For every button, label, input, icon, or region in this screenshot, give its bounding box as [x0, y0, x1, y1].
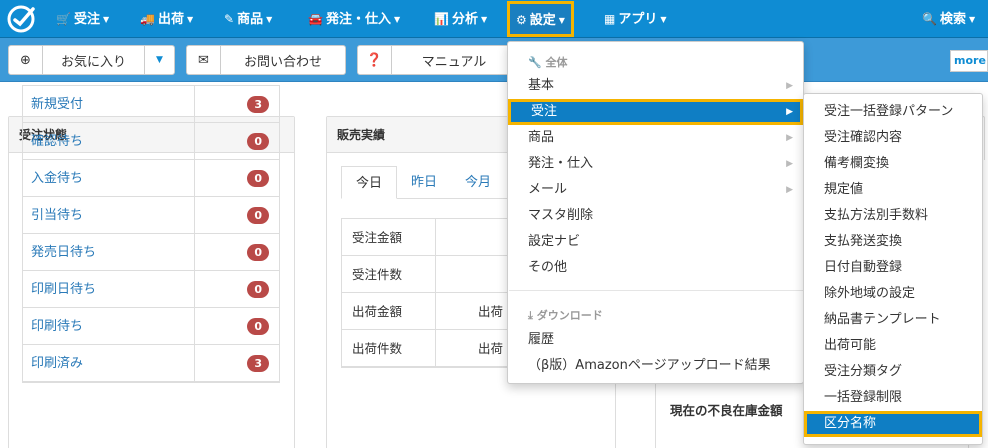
table-row: 受注金額	[342, 219, 510, 256]
list-item[interactable]: 印刷日待ち 0	[23, 271, 279, 308]
table-row: 受注件数	[342, 256, 510, 293]
list-item[interactable]: 新規受付 3	[23, 86, 279, 123]
download-icon: ⤓	[528, 309, 533, 322]
cart-icon: 🛒	[56, 12, 71, 26]
chevron-right-icon: ▶	[786, 185, 793, 195]
nav-settings[interactable]: ⚙ 設定 ▼	[507, 1, 574, 37]
submenu-item[interactable]: 除外地域の設定	[804, 281, 982, 307]
count-badge: 0	[247, 243, 269, 261]
menu-header-all: 🔧 全体	[528, 56, 568, 69]
caret-down-icon[interactable]: ▼	[144, 46, 174, 74]
submenu-item[interactable]: 受注分類タグ	[804, 359, 982, 385]
submenu-item[interactable]: 支払方法別手数料	[804, 203, 982, 229]
nav-products[interactable]: ✎ 商品 ▼	[218, 0, 278, 38]
top-navbar: 🛒 受注 ▼ 🚚 出荷 ▼ ✎ 商品 ▼ 🚘 発注・仕入 ▼ 📊 分析 ▼ ⚙ 設定 ▼ ▦ アプリ ▼ 🔍…	[0, 0, 988, 38]
count-badge: 3	[247, 95, 269, 113]
list-item[interactable]: 確認待ち 0	[23, 123, 279, 160]
menu-header-download: ⤓ ダウンロード	[528, 309, 603, 322]
submenu-item[interactable]: 一括登録制限	[804, 385, 982, 411]
settings-dropdown-menu: 🔧 全体 基本 ▶ 受注 ▶ 商品 ▶ 発注・仕入 ▶ メール ▶ マスタ削除 設定ナビ …	[507, 41, 804, 384]
submenu-item[interactable]: 受注確認内容	[804, 125, 982, 151]
search-icon: 🔍	[922, 12, 937, 26]
submenu-item[interactable]: 備考欄変換	[804, 151, 982, 177]
wrench-icon: 🔧	[528, 56, 542, 69]
menu-item-basic[interactable]: 基本 ▶	[508, 73, 803, 99]
count-badge: 0	[247, 132, 269, 150]
car-icon: 🚘	[308, 12, 323, 26]
submenu-item[interactable]: 納品書テンプレート	[804, 307, 982, 333]
caret-down-icon: ▼	[480, 15, 488, 24]
list-item[interactable]: 引当待ち 0	[23, 197, 279, 234]
truck-icon: 🚚	[140, 12, 155, 26]
list-item[interactable]: 入金待ち 0	[23, 160, 279, 197]
table-row: 出荷件数 出荷	[342, 330, 510, 367]
gear-icon: ⚙	[516, 13, 527, 27]
sales-tabs: 今日 昨日 今月	[341, 166, 505, 199]
nav-purchasing[interactable]: 🚘 発注・仕入 ▼	[302, 0, 406, 38]
nav-shipping[interactable]: 🚚 出荷 ▼	[134, 0, 199, 38]
submenu-item[interactable]: 受注一括登録パターン	[804, 99, 982, 125]
nav-apps[interactable]: ▦ アプリ ▼	[598, 0, 673, 38]
order-status-list: 新規受付 3 確認待ち 0 入金待ち 0 引当待ち 0 発売日待ち 0 印刷日待ち 0 印刷…	[22, 85, 280, 383]
app-logo-icon[interactable]	[6, 4, 38, 34]
caret-down-icon: ▼	[266, 15, 273, 24]
submenu-item[interactable]: 支払発送変換	[804, 229, 982, 255]
question-icon: ❓	[358, 46, 392, 74]
submenu-item-category-names[interactable]: 区分名称	[804, 411, 982, 437]
list-item[interactable]: 発売日待ち 0	[23, 234, 279, 271]
count-badge: 0	[247, 169, 269, 187]
tab-yesterday[interactable]: 昨日	[397, 166, 451, 199]
nav-analytics[interactable]: 📊 分析 ▼	[428, 0, 493, 38]
submenu-item[interactable]: 日付自動登録	[804, 255, 982, 281]
plus-circle-icon: ⊕	[9, 46, 43, 74]
submenu-item[interactable]: 規定値	[804, 177, 982, 203]
favorites-button[interactable]: ⊕ お気に入り ▼	[8, 45, 175, 75]
menu-item-amazon-upload-result[interactable]: （β版）Amazonページアップロード結果	[508, 353, 803, 379]
menu-item-mail[interactable]: メール ▶	[508, 177, 803, 203]
count-badge: 3	[247, 354, 269, 372]
nav-orders[interactable]: 🛒 受注 ▼	[50, 0, 115, 38]
pencil-icon: ✎	[224, 12, 235, 26]
quick-action-bar: ⊕ お気に入り ▼ ✉ お問い合わせ ❓ マニュアル	[0, 38, 988, 82]
chevron-right-icon: ▶	[786, 133, 793, 143]
list-item[interactable]: 印刷待ち 0	[23, 308, 279, 345]
envelope-icon: ✉	[187, 46, 221, 74]
submenu-item[interactable]: 出荷可能	[804, 333, 982, 359]
menu-item-purchasing[interactable]: 発注・仕入 ▶	[508, 151, 803, 177]
bar-chart-icon: 📊	[434, 12, 449, 26]
caret-down-icon: ▼	[393, 15, 401, 24]
chevron-right-icon: ▶	[786, 81, 793, 91]
more-logo[interactable]: more	[950, 50, 988, 72]
count-badge: 0	[247, 317, 269, 335]
count-badge: 0	[247, 206, 269, 224]
sales-table: 受注金額 受注件数 出荷金額 出荷 出荷件数 出荷	[341, 218, 511, 368]
menu-item-orders[interactable]: 受注 ▶	[508, 99, 803, 125]
caret-down-icon: ▼	[968, 15, 976, 24]
menu-item-master-delete[interactable]: マスタ削除	[508, 203, 803, 229]
grid-icon: ▦	[604, 12, 616, 26]
nav-search[interactable]: 🔍 検索 ▼	[916, 0, 981, 38]
caret-down-icon: ▼	[102, 15, 110, 24]
caret-down-icon: ▼	[558, 16, 565, 25]
order-settings-submenu: 受注一括登録パターン 受注確認内容 備考欄変換 規定値 支払方法別手数料 支払発…	[803, 93, 983, 445]
menu-item-other[interactable]: その他	[508, 255, 803, 281]
list-item[interactable]: 印刷済み 3	[23, 345, 279, 382]
menu-item-settings-navi[interactable]: 設定ナビ	[508, 229, 803, 255]
menu-item-products[interactable]: 商品 ▶	[508, 125, 803, 151]
tab-this-month[interactable]: 今月	[451, 166, 505, 199]
caret-down-icon: ▼	[660, 15, 667, 24]
table-row: 出荷金額 出荷	[342, 293, 510, 330]
chevron-right-icon: ▶	[786, 107, 793, 117]
bad-stock-value-label: 現在の不良在庫金額	[670, 403, 783, 418]
chevron-right-icon: ▶	[786, 159, 793, 169]
manual-button[interactable]: ❓ マニュアル	[357, 45, 517, 75]
menu-divider	[509, 290, 804, 291]
count-badge: 0	[247, 280, 269, 298]
tab-today[interactable]: 今日	[341, 166, 398, 199]
caret-down-icon: ▼	[186, 15, 194, 24]
menu-item-history[interactable]: 履歴	[508, 327, 803, 353]
contact-button[interactable]: ✉ お問い合わせ	[186, 45, 346, 75]
